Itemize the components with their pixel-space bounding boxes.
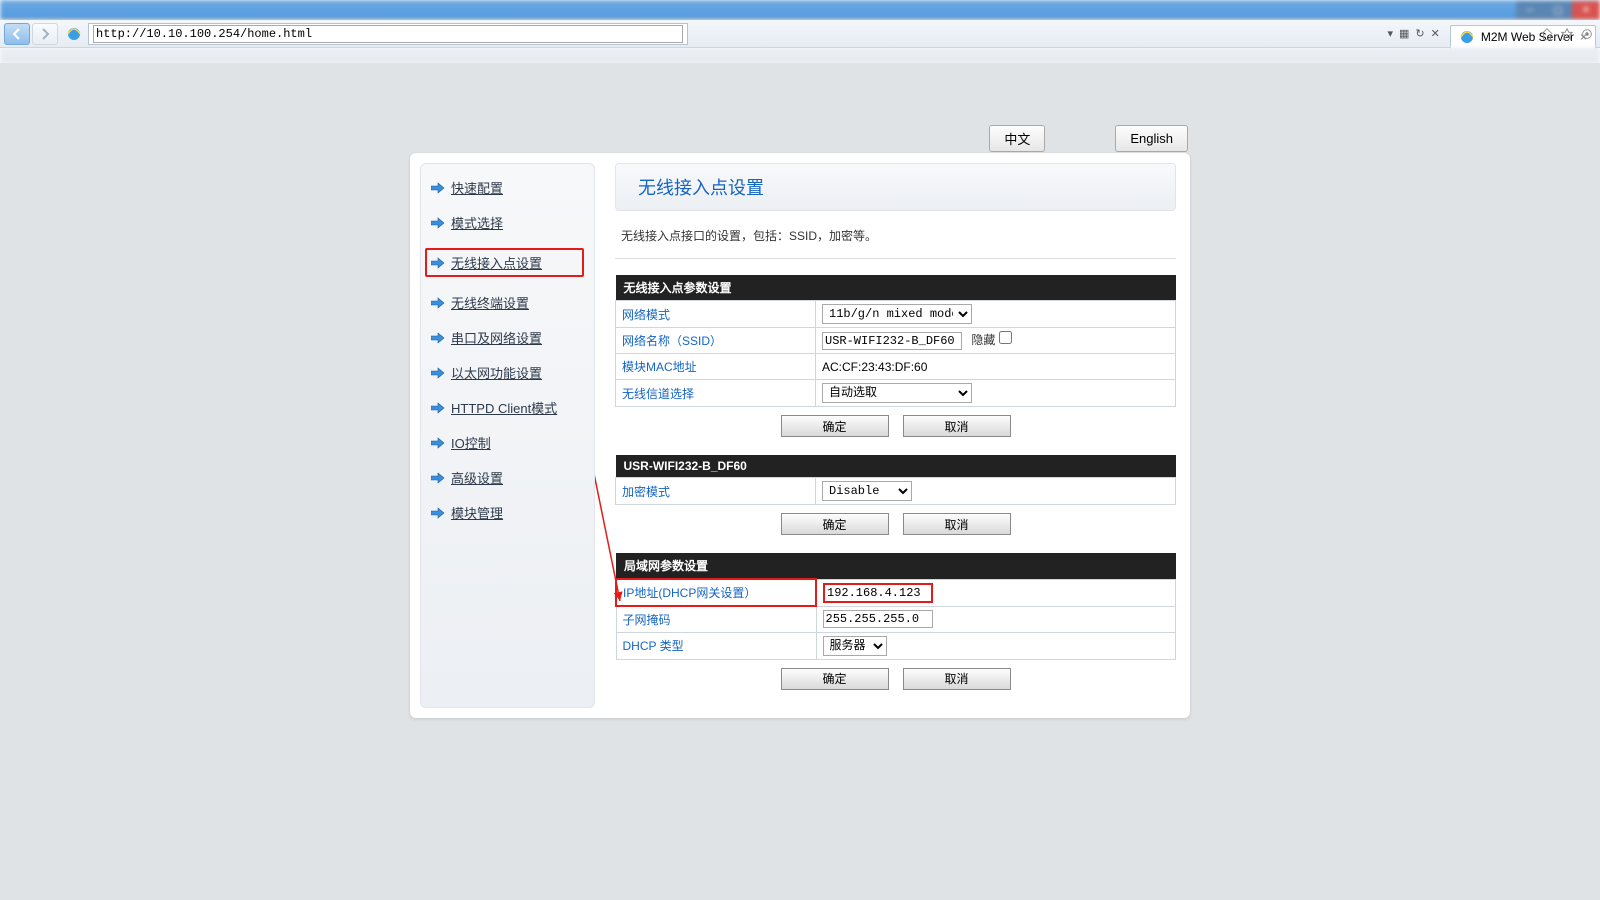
arrow-right-icon: [431, 297, 445, 309]
hide-ssid-label: 隐藏: [971, 333, 995, 347]
lang-chinese-button[interactable]: 中文: [989, 125, 1045, 152]
sidebar-link[interactable]: 高级设置: [451, 468, 503, 487]
network-mode-label: 网络模式: [616, 301, 816, 328]
url-input[interactable]: [93, 25, 683, 43]
sidebar-link[interactable]: 模式选择: [451, 213, 503, 232]
security-table: USR-WIFI232-B_DF60 加密模式 Disable: [615, 455, 1176, 505]
sidebar-item-5[interactable]: 以太网功能设置: [431, 363, 584, 382]
bookmarks-bar-blurred: [0, 48, 1600, 63]
sidebar-link[interactable]: 串口及网络设置: [451, 328, 542, 347]
ssid-label: 网络名称（SSID）: [616, 328, 816, 354]
arrow-right-icon: [431, 332, 445, 344]
ap-ok-button[interactable]: 确定: [781, 415, 889, 437]
ap-cancel-button[interactable]: 取消: [903, 415, 1011, 437]
arrow-right-icon: [431, 217, 445, 229]
lan-settings-header: 局域网参数设置: [616, 553, 1176, 579]
sidebar-link[interactable]: 快速配置: [451, 178, 503, 197]
address-bar[interactable]: [88, 23, 688, 45]
channel-select[interactable]: 自动选取: [822, 383, 972, 403]
browser-toolbar: ▾ ▦ ↻ ✕ M2M Web Server ×: [0, 20, 1600, 48]
mask-input[interactable]: [823, 610, 933, 628]
ap-settings-header: 无线接入点参数设置: [616, 275, 1176, 301]
forward-button[interactable]: [32, 23, 58, 45]
sidebar-item-6[interactable]: HTTPD Client模式: [431, 398, 584, 417]
favorites-icon[interactable]: [1560, 27, 1574, 41]
encryption-select[interactable]: Disable: [822, 481, 912, 501]
main-panel: 无线接入点设置 无线接入点接口的设置，包括：SSID，加密等。 无线接入点参数设…: [615, 163, 1180, 708]
arrow-right-icon: [431, 182, 445, 194]
tools-icon[interactable]: [1580, 27, 1594, 41]
os-titlebar-blurred: ─ ▢ ✕: [0, 0, 1600, 20]
arrow-right-icon: [431, 472, 445, 484]
lan-cancel-button[interactable]: 取消: [903, 668, 1011, 690]
page-background: 中文 English 快速配置模式选择无线接入点设置无线终端设置串口及网络设置以…: [0, 63, 1600, 900]
sidebar-item-9[interactable]: 模块管理: [431, 503, 584, 522]
stop-icon[interactable]: ✕: [1431, 27, 1440, 40]
lang-english-button[interactable]: English: [1115, 125, 1188, 152]
ip-label: IP地址(DHCP网关设置）: [616, 579, 816, 606]
minimize-button[interactable]: ─: [1516, 1, 1544, 19]
ap-settings-table: 无线接入点参数设置 网络模式 11b/g/n mixed mode 网络名称（S…: [615, 275, 1176, 407]
arrow-right-icon: [431, 437, 445, 449]
sidebar-link[interactable]: 无线接入点设置: [451, 253, 542, 272]
sidebar-link[interactable]: 以太网功能设置: [451, 363, 542, 382]
sidebar-item-0[interactable]: 快速配置: [431, 178, 584, 197]
sidebar-item-7[interactable]: IO控制: [431, 433, 584, 452]
sidebar: 快速配置模式选择无线接入点设置无线终端设置串口及网络设置以太网功能设置 HTTPD…: [420, 163, 595, 708]
sidebar-item-4[interactable]: 串口及网络设置: [431, 328, 584, 347]
ip-input[interactable]: [823, 583, 933, 603]
page-description: 无线接入点接口的设置，包括：SSID，加密等。: [615, 211, 1176, 254]
close-button[interactable]: ✕: [1572, 1, 1600, 19]
mask-label: 子网掩码: [616, 606, 816, 632]
lan-settings-table: 局域网参数设置 IP地址(DHCP网关设置） 子网掩码 DHCP 类型 服务器: [615, 553, 1176, 660]
arrow-right-icon: [431, 367, 445, 379]
ie-icon: [1459, 29, 1475, 45]
dropdown-icon[interactable]: ▾: [1387, 27, 1393, 40]
app-container: 快速配置模式选择无线接入点设置无线终端设置串口及网络设置以太网功能设置HTTPD…: [410, 153, 1190, 718]
page-title: 无线接入点设置: [615, 163, 1176, 211]
back-button[interactable]: [4, 23, 30, 45]
compat-icon[interactable]: ▦: [1399, 27, 1409, 40]
encryption-label: 加密模式: [616, 478, 816, 505]
sidebar-link[interactable]: 模块管理: [451, 503, 503, 522]
refresh-icon[interactable]: ↻: [1415, 27, 1424, 40]
sidebar-link[interactable]: IO控制: [451, 433, 491, 452]
channel-label: 无线信道选择: [616, 380, 816, 407]
home-icon[interactable]: [1540, 27, 1554, 41]
arrow-right-icon: [431, 507, 445, 519]
arrow-right-icon: [431, 402, 445, 414]
mac-label: 模块MAC地址: [616, 354, 816, 380]
sidebar-item-2[interactable]: 无线接入点设置: [425, 248, 584, 277]
ie-icon: [66, 26, 82, 42]
arrow-right-icon: [431, 257, 445, 269]
sidebar-item-1[interactable]: 模式选择: [431, 213, 584, 232]
sidebar-link[interactable]: HTTPD Client模式: [451, 398, 557, 417]
mac-value: AC:CF:23:43:DF:60: [816, 354, 1176, 380]
dhcp-type-select[interactable]: 服务器: [823, 636, 887, 656]
sec-ok-button[interactable]: 确定: [781, 513, 889, 535]
lan-ok-button[interactable]: 确定: [781, 668, 889, 690]
sidebar-item-3[interactable]: 无线终端设置: [431, 293, 584, 312]
dhcp-type-label: DHCP 类型: [616, 632, 816, 659]
security-header: USR-WIFI232-B_DF60: [616, 455, 1176, 478]
sec-cancel-button[interactable]: 取消: [903, 513, 1011, 535]
divider: [615, 258, 1176, 259]
sidebar-item-8[interactable]: 高级设置: [431, 468, 584, 487]
ssid-input[interactable]: [822, 332, 962, 350]
network-mode-select[interactable]: 11b/g/n mixed mode: [822, 304, 972, 324]
hide-ssid-checkbox[interactable]: [999, 331, 1012, 344]
maximize-button[interactable]: ▢: [1544, 1, 1572, 19]
addressbar-icons: ▾ ▦ ↻ ✕: [1387, 27, 1445, 40]
sidebar-link[interactable]: 无线终端设置: [451, 293, 529, 312]
